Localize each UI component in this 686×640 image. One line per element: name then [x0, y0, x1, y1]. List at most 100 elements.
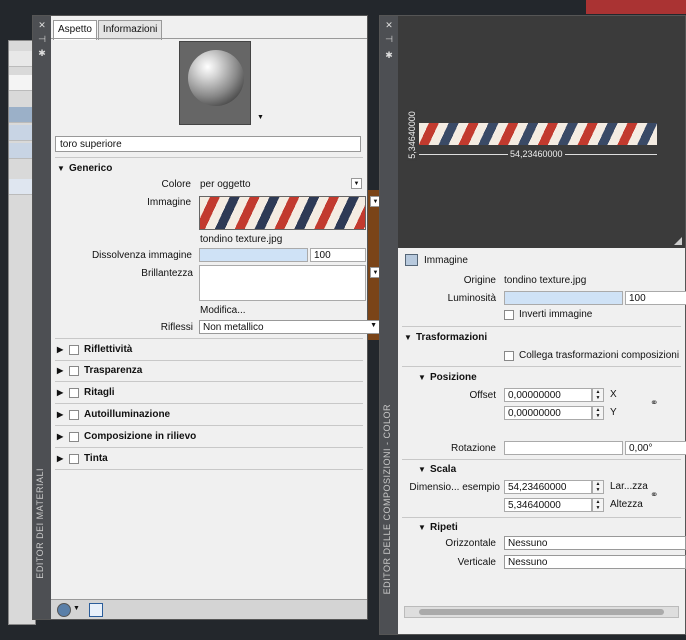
brillantezza-box[interactable] — [199, 265, 366, 301]
collapse-triangle-icon: ▼ — [404, 333, 412, 342]
section-composizione-rilievo-label: Composizione in rilievo — [84, 431, 197, 442]
material-browser-icon[interactable] — [89, 603, 103, 617]
tab-bar: Aspetto Informazioni — [53, 20, 163, 40]
create-material-dropdown-icon[interactable]: ▼ — [73, 605, 87, 619]
section-scala-label: Scala — [430, 464, 457, 475]
material-editor-content: Aspetto Informazioni ▼ toro superiore ▼ … — [51, 16, 381, 619]
offset-y-spinner[interactable]: ▲ ▼ — [592, 406, 604, 420]
link-icon[interactable]: ⚭ — [650, 490, 658, 501]
scale-height-spinner[interactable]: ▲ ▼ — [592, 498, 604, 512]
riflessi-select[interactable]: Non metallico ▼ — [199, 320, 381, 334]
expand-triangle-icon: ▶ — [57, 410, 64, 419]
brillantezza-label: Brillantezza — [141, 268, 193, 279]
height-dimension-text: 5,34640000 — [406, 109, 417, 161]
colore-value: per oggetto — [200, 179, 251, 190]
rotazione-slider[interactable] — [504, 441, 623, 455]
material-preview-swatch[interactable] — [179, 41, 251, 125]
image-texture-thumbnail[interactable] — [199, 196, 366, 230]
section-posizione[interactable]: ▼ Posizione — [418, 372, 477, 383]
modifica-link[interactable]: Modifica... — [200, 305, 246, 316]
close-icon[interactable]: ✕ — [383, 20, 395, 30]
section-autoilluminazione[interactable]: ▶ Autoilluminazione — [57, 409, 170, 420]
autoilluminazione-checkbox[interactable] — [69, 409, 79, 420]
texture-preview-stripe — [419, 123, 657, 145]
material-editor-title: EDITOR DEI MATERIALI — [35, 468, 45, 579]
close-icon[interactable]: ✕ — [36, 20, 48, 30]
divider — [55, 381, 363, 382]
offset-x-spinner[interactable]: ▲ ▼ — [592, 388, 604, 402]
rotazione-value-field[interactable]: 0,00° — [625, 441, 686, 455]
luminosita-label: Luminosità — [447, 293, 496, 304]
tab-aspetto[interactable]: Aspetto — [53, 20, 97, 40]
scrollbar-thumb[interactable] — [419, 609, 664, 615]
divider — [55, 403, 363, 404]
create-material-icon[interactable] — [57, 603, 71, 617]
trasparenza-checkbox[interactable] — [69, 365, 79, 376]
material-name-field[interactable]: toro superiore — [55, 136, 361, 152]
dissolvenza-value-field[interactable]: 100 — [310, 248, 366, 262]
ritagli-checkbox[interactable] — [69, 387, 79, 398]
offset-x-field[interactable]: 0,00000000 — [504, 388, 592, 402]
horizontal-scrollbar[interactable] — [404, 606, 679, 618]
inverti-immagine-option[interactable]: Inverti immagine — [504, 309, 592, 320]
divider — [402, 517, 681, 518]
section-ritagli[interactable]: ▶ Ritagli — [57, 387, 115, 398]
composition-editor-panel: ✕ ⊣ ✱ EDITOR DELLE COMPOSIZIONI - COLOR … — [379, 15, 686, 635]
collapse-triangle-icon: ▼ — [418, 373, 426, 382]
section-trasformazioni[interactable]: ▼ Trasformazioni — [404, 332, 487, 343]
material-editor-panel: ✕ ⊣ ✱ EDITOR DEI MATERIALI Aspetto Infor… — [32, 15, 381, 620]
section-posizione-label: Posizione — [430, 372, 477, 383]
offset-x-axis-label: X — [610, 389, 617, 400]
collapse-triangle-icon: ▼ — [57, 164, 65, 173]
scale-width-spinner[interactable]: ▲ ▼ — [592, 480, 604, 494]
origine-label: Origine — [463, 275, 496, 286]
collega-option[interactable]: Collega trasformazioni composizioni — [504, 350, 679, 361]
properties-icon[interactable]: ✱ — [383, 50, 395, 60]
composition-properties: Immagine Origine tondino texture.jpg Lum… — [398, 248, 686, 634]
collega-checkbox[interactable] — [504, 350, 514, 361]
section-riflettivita[interactable]: ▶ Riflettività — [57, 344, 132, 355]
divider — [55, 469, 363, 470]
divider — [402, 366, 681, 367]
composition-editor-titlebar[interactable]: ✕ ⊣ ✱ EDITOR DELLE COMPOSIZIONI - COLOR — [380, 16, 398, 634]
pin-icon[interactable]: ⊣ — [36, 34, 48, 44]
pin-icon[interactable]: ⊣ — [383, 34, 395, 44]
dissolvenza-label: Dissolvenza immagine — [91, 250, 192, 261]
composizione-rilievo-checkbox[interactable] — [69, 431, 79, 442]
colore-dropdown-icon[interactable]: ▼ — [351, 178, 362, 189]
dissolvenza-slider[interactable] — [199, 248, 308, 262]
tinta-checkbox[interactable] — [69, 453, 79, 464]
colore-label: Colore — [161, 179, 191, 190]
luminosita-value-field[interactable]: 100 — [625, 291, 686, 305]
divider — [55, 338, 363, 339]
properties-icon[interactable]: ✱ — [36, 48, 48, 58]
origine-value[interactable]: tondino texture.jpg — [504, 275, 586, 286]
divider — [55, 360, 363, 361]
inverti-immagine-checkbox[interactable] — [504, 309, 514, 320]
scale-width-field[interactable]: 54,23460000 — [504, 480, 592, 494]
verticale-select[interactable]: Nessuno — [504, 555, 686, 569]
divider — [55, 447, 363, 448]
resize-grip-icon[interactable] — [674, 237, 682, 245]
preview-options-arrow-icon[interactable]: ▼ — [257, 114, 264, 121]
scale-height-field[interactable]: 5,34640000 — [504, 498, 592, 512]
section-generico[interactable]: ▼ Generico — [57, 163, 112, 174]
orizzontale-select-value: Nessuno — [508, 538, 548, 549]
section-composizione-rilievo[interactable]: ▶ Composizione in rilievo — [57, 431, 196, 442]
rotazione-label: Rotazione — [450, 443, 496, 454]
section-tinta[interactable]: ▶ Tinta — [57, 453, 108, 464]
riflettivita-checkbox[interactable] — [69, 344, 79, 355]
section-ripeti[interactable]: ▼ Ripeti — [418, 522, 458, 533]
luminosita-slider[interactable] — [504, 291, 623, 305]
offset-y-field[interactable]: 0,00000000 — [504, 406, 592, 420]
link-icon[interactable]: ⚭ — [650, 398, 658, 409]
material-editor-titlebar[interactable]: ✕ ⊣ ✱ EDITOR DEI MATERIALI — [33, 16, 51, 619]
verticale-label: Verticale — [457, 557, 496, 568]
section-trasparenza[interactable]: ▶ Trasparenza — [57, 365, 142, 376]
section-scala[interactable]: ▼ Scala — [418, 464, 456, 475]
tab-informazioni[interactable]: Informazioni — [97, 20, 163, 40]
sphere-preview-image — [188, 50, 244, 106]
texture-preview-area[interactable]: 5,34640000 54,23460000 — [398, 16, 685, 248]
expand-triangle-icon: ▶ — [57, 366, 64, 375]
orizzontale-select[interactable]: Nessuno — [504, 536, 686, 550]
